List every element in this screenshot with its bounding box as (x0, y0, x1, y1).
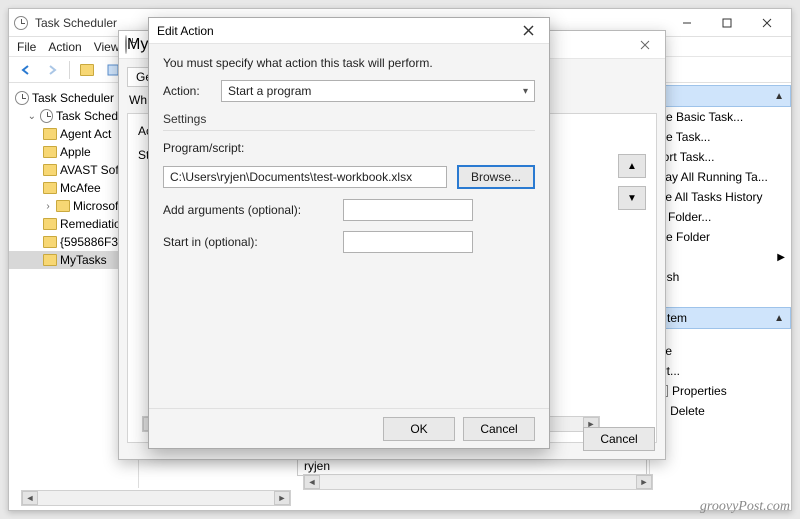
add-arguments-label: Add arguments (optional): (163, 203, 333, 217)
tree-node-label: McAfee (60, 181, 101, 195)
move-down-button[interactable]: ▼ (618, 186, 646, 210)
twisty-icon[interactable]: ⌄ (27, 111, 37, 122)
tree-node-label: Remediatio (60, 217, 121, 231)
cancel-button[interactable]: Cancel (463, 417, 535, 441)
action-item[interactable]: ate Basic Task... (650, 107, 791, 127)
sec-close-button[interactable] (631, 33, 659, 57)
action-item[interactable]: resh (650, 267, 791, 287)
folder-icon (43, 254, 57, 266)
folder-icon (43, 182, 57, 194)
folder-icon (43, 236, 57, 248)
toolbar-divider (69, 61, 70, 79)
scroll-left-icon[interactable]: ◄ (304, 475, 320, 489)
program-input-value: C:\Users\ryjen\Documents\test-workbook.x… (170, 170, 412, 184)
program-input[interactable]: C:\Users\ryjen\Documents\test-workbook.x… (163, 166, 447, 188)
clock-icon (15, 91, 29, 105)
forward-button[interactable] (41, 59, 63, 81)
instruction-text: You must specify what action this task w… (163, 56, 535, 70)
browse-button[interactable]: Browse... (457, 165, 535, 189)
divider (163, 130, 535, 131)
action-item[interactable]: ort... (650, 361, 791, 381)
chevron-down-icon: ▾ (523, 86, 528, 97)
tree-node-label: AVAST Soft (60, 163, 122, 177)
watermark: groovyPost.com (700, 499, 790, 515)
action-item[interactable]: port Task... (650, 147, 791, 167)
tree-node-label: Microsoft (73, 199, 122, 213)
menu-file[interactable]: File (17, 37, 36, 56)
add-arguments-input[interactable] (343, 199, 473, 221)
action-item[interactable]: ete Folder (650, 227, 791, 247)
action-item-label: Properties (672, 384, 727, 398)
folder-icon (56, 200, 70, 212)
action-item[interactable]: p (650, 287, 791, 307)
actions-pane: s▲ ate Basic Task... ate Task... port Ta… (649, 85, 791, 488)
close-button[interactable] (747, 11, 787, 35)
twisty-icon[interactable]: › (43, 201, 53, 212)
maximize-button[interactable] (707, 11, 747, 35)
action-item[interactable]: ble All Tasks History (650, 187, 791, 207)
menu-view[interactable]: View (94, 37, 120, 56)
scroll-left-icon[interactable]: ◄ (22, 491, 38, 505)
center-scrollbar[interactable]: ◄ ► (303, 474, 653, 490)
ok-button[interactable]: OK (383, 417, 455, 441)
action-item-label: Delete (670, 404, 705, 418)
edit-close-button[interactable] (515, 21, 541, 41)
tree-node-label: Apple (60, 145, 91, 159)
back-button[interactable] (15, 59, 37, 81)
action-select[interactable]: Start a program ▾ (221, 80, 535, 102)
collapse-icon[interactable]: ▲ (774, 91, 784, 102)
action-select-value: Start a program (228, 84, 311, 98)
move-up-button[interactable]: ▲ (618, 154, 646, 178)
settings-label: Settings (163, 112, 535, 126)
start-in-label: Start in (optional): (163, 235, 333, 249)
app-icon (13, 15, 29, 31)
scroll-right-icon[interactable]: ► (636, 475, 652, 489)
folder-icon (43, 146, 57, 158)
folder-icon (43, 164, 57, 176)
menu-action[interactable]: Action (48, 37, 81, 56)
folder-icon (43, 128, 57, 140)
sec-title-text: My (127, 36, 148, 54)
program-label: Program/script: (163, 141, 535, 155)
action-properties[interactable]: Properties (650, 381, 791, 401)
action-item[interactable]: w▶ (650, 247, 791, 267)
collapse-icon[interactable]: ▲ (774, 313, 784, 324)
action-item[interactable]: ble (650, 341, 791, 361)
sec-cancel-button[interactable]: Cancel (583, 427, 655, 451)
action-item[interactable]: ate Task... (650, 127, 791, 147)
actions-header-item[interactable]: I Item▲ (650, 307, 791, 329)
folder-icon (43, 218, 57, 230)
minimize-button[interactable] (667, 11, 707, 35)
toolbar-icon-1[interactable] (76, 59, 98, 81)
edit-action-dialog: Edit Action You must specify what action… (148, 17, 550, 449)
edit-dialog-title: Edit Action (157, 24, 214, 38)
action-delete[interactable]: ✖Delete (650, 401, 791, 421)
submenu-arrow-icon: ▶ (777, 252, 785, 263)
tree-node-label: {595886F3- (60, 235, 122, 249)
clock-icon (40, 109, 53, 123)
tree-node-label: Agent Act (60, 127, 111, 141)
tree-scrollbar[interactable]: ◄ ► (21, 490, 291, 506)
action-item[interactable]: play All Running Ta... (650, 167, 791, 187)
tree-node-label: MyTasks (60, 253, 107, 267)
scroll-right-icon[interactable]: ► (274, 491, 290, 505)
dialog-icon (125, 36, 127, 54)
actions-header[interactable]: s▲ (650, 85, 791, 107)
action-item[interactable]: w Folder... (650, 207, 791, 227)
start-in-input[interactable] (343, 231, 473, 253)
action-label: Action: (163, 84, 211, 98)
